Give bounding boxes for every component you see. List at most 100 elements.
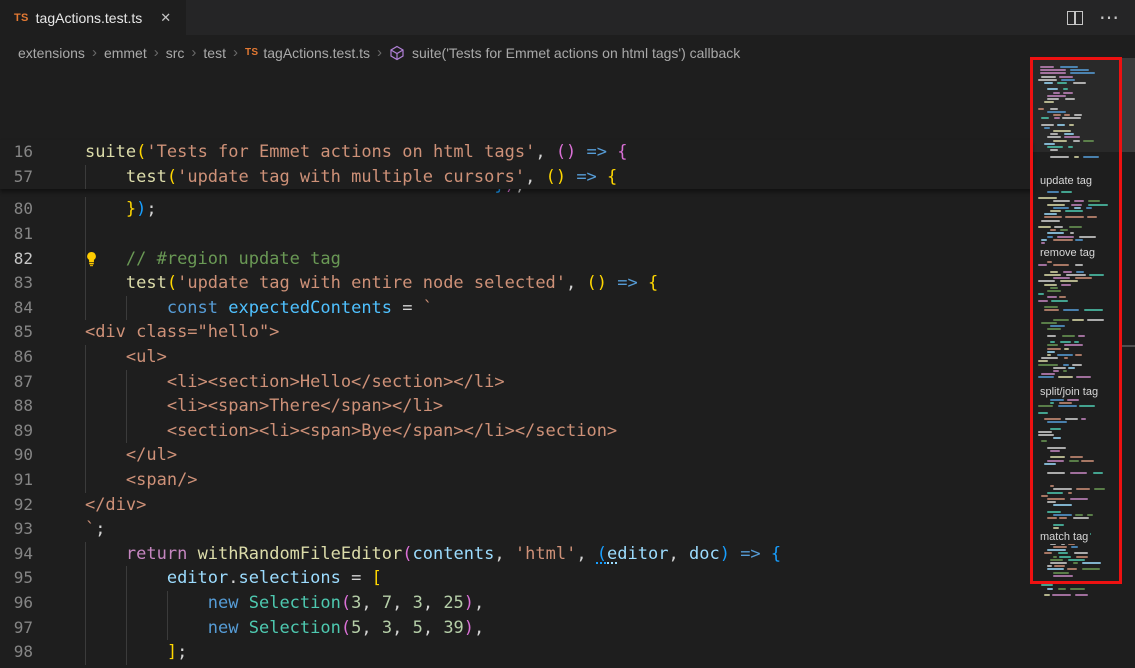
minimap-code-row	[1075, 594, 1088, 596]
minimap-code-row	[1050, 399, 1064, 401]
editor-actions: ⋯	[1067, 0, 1135, 35]
code-line[interactable]: 91 <span/>	[0, 468, 1032, 493]
minimap-code-row	[1068, 367, 1075, 369]
minimap-code-row	[1047, 236, 1053, 238]
code-text: ];	[44, 640, 187, 665]
code-line[interactable]: 82 // #region update tag	[0, 247, 1032, 272]
editor[interactable]: });80 });8182 // #region update tag83 te…	[0, 70, 1032, 598]
minimap-code-row	[1064, 357, 1068, 359]
breadcrumb-item-symbol[interactable]: suite('Tests for Emmet actions on html t…	[389, 45, 740, 61]
breadcrumb-item-src[interactable]: src	[166, 45, 185, 61]
line-number: 84	[0, 296, 33, 321]
code-line[interactable]: 97 new Selection(5, 3, 5, 39),	[0, 616, 1032, 641]
minimap-code-row	[1047, 354, 1051, 356]
code-line[interactable]: 81	[0, 222, 1032, 247]
minimap-code-row	[1058, 405, 1077, 407]
minimap-code-row	[1053, 572, 1069, 574]
code-line[interactable]: 84 const expectedContents = `	[0, 296, 1032, 321]
minimap[interactable]: update tagremove tagsplit/join tagmatch …	[1032, 56, 1122, 598]
line-number: 97	[0, 616, 33, 641]
minimap-code-row	[1053, 140, 1067, 142]
split-editor-icon[interactable]	[1067, 11, 1083, 25]
scrollbar-marker	[1122, 345, 1135, 347]
minimap-code-row	[1069, 581, 1086, 583]
code-line[interactable]: 83 test('update tag with entire node sel…	[0, 271, 1032, 296]
minimap-code-row	[1044, 306, 1058, 308]
minimap-code-row	[1047, 421, 1067, 423]
minimap-code-row	[1047, 296, 1057, 298]
minimap-code-row	[1073, 82, 1086, 84]
code-line[interactable]: 87 <li><section>Hello</section></li>	[0, 370, 1032, 395]
minimap-code-row	[1078, 335, 1086, 337]
symbol-cube-icon	[389, 45, 405, 61]
code-line[interactable]: 95 editor.selections = [	[0, 566, 1032, 591]
code-line[interactable]: 85 <div class="hello">	[0, 320, 1032, 345]
code-line[interactable]: 57 test('update tag with multiple cursor…	[0, 165, 1032, 190]
minimap-code-row	[1063, 271, 1072, 273]
minimap-code-row	[1063, 309, 1079, 311]
minimap-code-row	[1053, 207, 1069, 209]
minimap-code-row	[1038, 431, 1052, 433]
code-line[interactable]: 16 suite('Tests for Emmet actions on htm…	[0, 140, 1032, 165]
breadcrumb-item-test[interactable]: test	[203, 45, 226, 61]
line-number: 82	[0, 247, 33, 272]
minimap-code-row	[1063, 370, 1067, 372]
minimap-code-row	[1073, 140, 1080, 142]
code-line[interactable]: 86 <ul>	[0, 345, 1032, 370]
minimap-code-row	[1064, 114, 1069, 116]
minimap-code-row	[1053, 514, 1072, 516]
minimap-code-row	[1073, 562, 1079, 564]
more-actions-icon[interactable]: ⋯	[1099, 11, 1119, 25]
minimap-code-row	[1050, 133, 1058, 135]
code-line[interactable]: 93 `;	[0, 517, 1032, 542]
close-icon[interactable]: ✕	[157, 9, 174, 27]
code-line[interactable]: 88 <li><span>There</span></li>	[0, 394, 1032, 419]
minimap-code-row	[1057, 82, 1068, 84]
line-number: 16	[0, 140, 33, 165]
minimap-code-row	[1070, 498, 1088, 500]
minimap-code-row	[1050, 428, 1061, 430]
scrollbar-thumb[interactable]	[1122, 58, 1135, 152]
breadcrumb-separator: ›	[233, 44, 238, 61]
minimap-code-row	[1081, 418, 1087, 420]
minimap-code-row	[1041, 124, 1054, 126]
line-number: 91	[0, 468, 33, 493]
line-number: 83	[0, 271, 33, 296]
minimap-code-row	[1075, 264, 1082, 266]
minimap-code-row	[1038, 434, 1054, 436]
minimap-code-row	[1074, 552, 1088, 554]
minimap-code-row	[1050, 341, 1055, 343]
minimap-code-row	[1071, 204, 1082, 206]
minimap-code-row	[1041, 76, 1056, 78]
code-content[interactable]: });80 });8182 // #region update tag83 te…	[0, 140, 1032, 668]
minimap-code-row	[1038, 226, 1051, 228]
code-line[interactable]: 90 </ul>	[0, 443, 1032, 468]
code-line[interactable]: 89 <section><li><span>Bye</span></li></s…	[0, 419, 1032, 444]
code-line[interactable]: 98 ];	[0, 640, 1032, 665]
minimap-code-row	[1050, 562, 1067, 564]
minimap-code-row	[1079, 236, 1096, 238]
breadcrumb-item-extensions[interactable]: extensions	[18, 45, 85, 61]
minimap-code-row	[1053, 556, 1057, 558]
minimap-code-row	[1047, 351, 1055, 353]
minimap-code-row	[1050, 456, 1065, 458]
tab-tagactions-test-ts[interactable]: TS tagActions.test.ts ✕	[0, 0, 186, 35]
minimap-code-row	[1071, 546, 1078, 548]
minimap-code-row	[1053, 527, 1059, 529]
sticky-scroll[interactable]: 16 suite('Tests for Emmet actions on htm…	[0, 140, 1032, 189]
code-line[interactable]: 96 new Selection(3, 7, 3, 25),	[0, 591, 1032, 616]
vertical-scrollbar[interactable]	[1122, 56, 1135, 598]
breadcrumb: extensions›emmet›src›test›TStagActions.t…	[0, 35, 1135, 70]
minimap-code-row	[1038, 264, 1047, 266]
breadcrumb-item-emmet[interactable]: emmet	[104, 45, 147, 61]
breadcrumb-item-file[interactable]: TStagActions.test.ts	[245, 45, 370, 61]
line-number: 57	[0, 165, 33, 190]
minimap-code-row	[1041, 220, 1060, 222]
code-line[interactable]: 92 </div>	[0, 493, 1032, 518]
code-line[interactable]: 94 return withRandomFileEditor(contents,…	[0, 542, 1032, 567]
minimap-code-row	[1047, 492, 1063, 494]
minimap-code-row	[1047, 146, 1063, 148]
code-line[interactable]: 80 });	[0, 197, 1032, 222]
minimap-code-row	[1087, 514, 1093, 516]
minimap-code-row	[1047, 232, 1064, 234]
